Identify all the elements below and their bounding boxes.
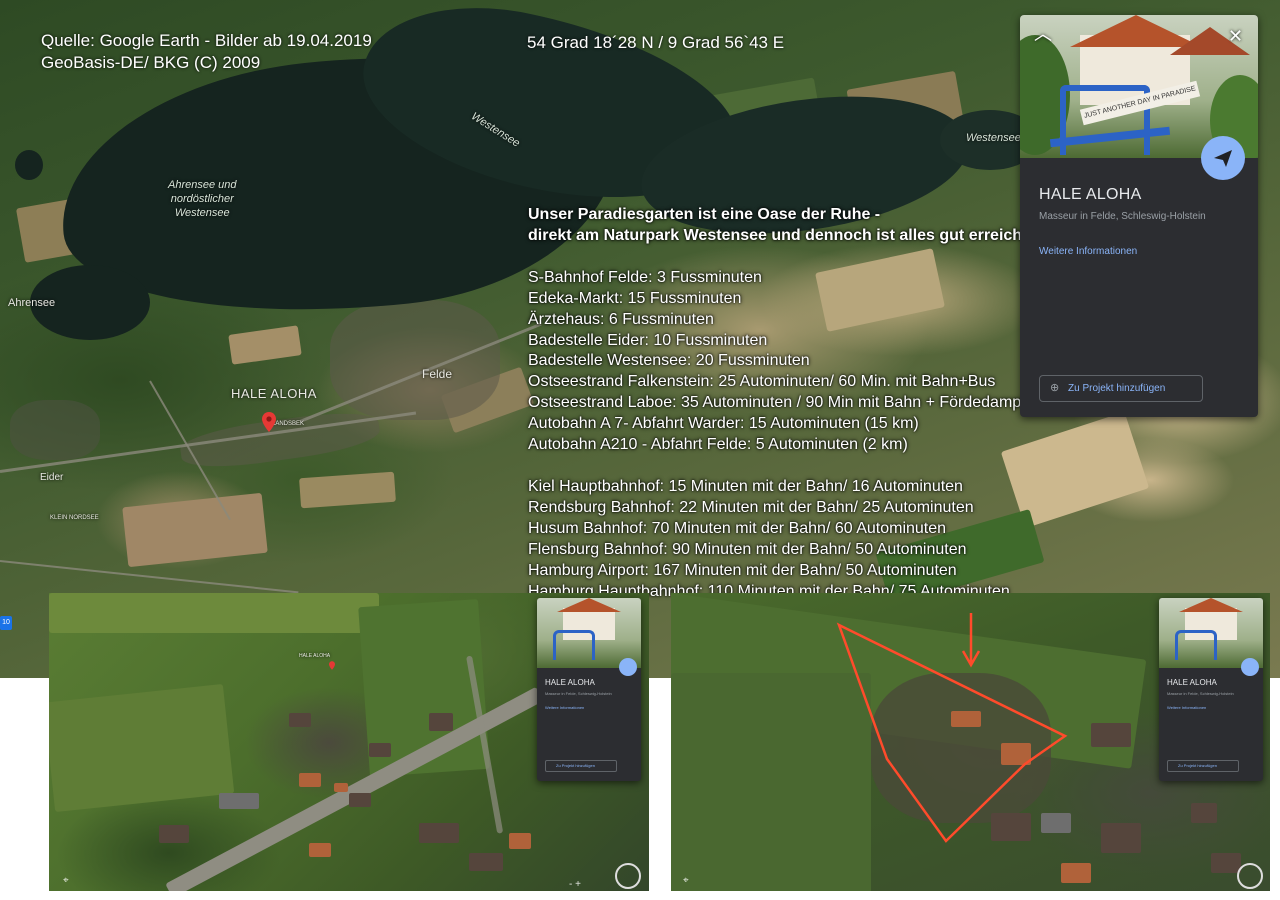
- send-button[interactable]: [1241, 658, 1259, 676]
- map-marker-icon[interactable]: [329, 661, 335, 670]
- distance-item: Ärztehaus: 6 Fussminuten: [528, 310, 714, 328]
- place-category: Masseur in Felde, Schleswig-Holstein: [1039, 211, 1206, 222]
- send-button[interactable]: [619, 658, 637, 676]
- chair: [1175, 630, 1217, 660]
- town-area: [10, 400, 100, 460]
- imagery-credits: Quelle: Google Earth - Bilder ab 19.04.2…: [41, 30, 372, 74]
- label-line: Westensee: [174, 207, 230, 219]
- road: [0, 560, 299, 594]
- roof: [159, 825, 189, 843]
- info-heading: direkt am Naturpark Westensee und dennoc…: [528, 226, 1053, 244]
- place-category: Masseur in Felde, Schleswig-Holstein: [1167, 691, 1234, 696]
- roof: [419, 823, 459, 843]
- label-westensee-right: Westensee: [966, 132, 1021, 144]
- bookmark-add-icon: ⊕: [1050, 382, 1060, 394]
- distance-item: Autobahn A 7- Abfahrt Warder: 15 Automin…: [528, 415, 919, 433]
- coordinates: 54 Grad 18´28 N / 9 Grad 56`43 E: [527, 33, 785, 52]
- distance-item: Husum Bahnhof: 70 Minuten mit der Bahn/ …: [528, 519, 947, 537]
- close-icon[interactable]: ✕: [1228, 27, 1243, 45]
- roof: [369, 743, 391, 757]
- field-patch: [228, 325, 302, 365]
- roof: [1179, 598, 1243, 612]
- info-heading: Unser Paradiesgarten ist eine Oase der R…: [528, 206, 881, 223]
- chair: [553, 630, 595, 660]
- map-marker-icon[interactable]: [262, 412, 276, 432]
- distance-item: Edeka-Markt: 15 Fussminuten: [528, 289, 742, 307]
- field-patch: [49, 683, 235, 813]
- place-panel-mini: HALE ALOHA Masseur in Felde, Schleswig-H…: [537, 598, 641, 781]
- roof: [334, 783, 348, 792]
- credits-line: GeoBasis-DE/ BKG (C) 2009: [41, 53, 261, 72]
- roof: [557, 598, 621, 612]
- satellite-map[interactable]: Westensee Westensee Ahrensee und nordöst…: [0, 0, 1280, 678]
- distance-item: Badestelle Eider: 10 Fussminuten: [528, 331, 768, 349]
- town-area: [330, 300, 500, 420]
- add-to-project-button[interactable]: Zu Projekt hinzufügen: [1167, 760, 1239, 772]
- label-felde: Felde: [422, 367, 453, 381]
- label-hale-aloha: HALE ALOHA: [299, 653, 331, 659]
- compass-icon[interactable]: [615, 863, 641, 889]
- credits-line: Quelle: Google Earth - Bilder ab 19.04.2…: [41, 31, 372, 50]
- add-to-project-button[interactable]: Zu Projekt hinzufügen: [545, 760, 617, 772]
- roof: [289, 713, 311, 727]
- label-landsbek: LANDSBEK: [272, 421, 305, 427]
- roof: [349, 793, 371, 807]
- distance-item: Ostseestrand Laboe: 35 Autominuten / 90 …: [528, 394, 1040, 412]
- label-ahrensee-nord: Ahrensee und nordöstlicher Westensee: [168, 178, 237, 220]
- send-icon: [1214, 150, 1232, 167]
- compass-icon[interactable]: [1237, 863, 1263, 889]
- place-title: HALE ALOHA: [1167, 678, 1217, 687]
- location-icon[interactable]: ⌖: [683, 875, 689, 886]
- distance-item: Rendsburg Bahnhof: 22 Minuten mit der Ba…: [528, 498, 974, 516]
- roof: [469, 853, 503, 871]
- zoom-icon[interactable]: - +: [569, 879, 581, 890]
- road-badge: 10: [0, 616, 12, 630]
- distance-item: Hamburg Airport: 167 Minuten mit der Bah…: [528, 561, 957, 579]
- label-klein-nordsee: KLEIN NORDSEE: [50, 515, 99, 521]
- field-patch: [299, 471, 396, 509]
- distance-item: Kiel Hauptbahnhof: 15 Minuten mit der Ba…: [528, 477, 963, 495]
- place-panel-mini: HALE ALOHA Masseur in Felde, Schleswig-H…: [1159, 598, 1263, 781]
- roof: [509, 833, 531, 849]
- distance-item: Autobahn A210 - Abfahrt Felde: 5 Automin…: [528, 436, 908, 454]
- roof: [309, 843, 331, 857]
- label-line: nordöstlicher: [170, 193, 234, 205]
- location-icon[interactable]: ⌖: [63, 875, 69, 886]
- distance-item: Badestelle Westensee: 20 Fussminuten: [528, 352, 810, 370]
- location-info: Unser Paradiesgarten ist eine Oase der R…: [528, 205, 1052, 602]
- more-info-link[interactable]: Weitere Informationen: [545, 705, 584, 710]
- place-panel: JUST ANOTHER DAY IN PARADISE ︿ ✕ HALE AL…: [1020, 15, 1258, 417]
- distance-item: S-Bahnhof Felde: 3 Fussminuten: [528, 268, 762, 286]
- distance-item: Flensburg Bahnhof: 90 Minuten mit der Ba…: [528, 540, 967, 558]
- label-eider: Eider: [40, 472, 64, 483]
- label-ahrensee: Ahrensee: [8, 297, 56, 309]
- place-category: Masseur in Felde, Schleswig-Holstein: [545, 691, 612, 696]
- inset-map-right[interactable]: HALE ALOHA Masseur in Felde, Schleswig-H…: [671, 593, 1270, 891]
- roof: [429, 713, 453, 731]
- chevron-up-icon[interactable]: ︿: [1034, 25, 1052, 43]
- place-title: HALE ALOHA: [1039, 186, 1142, 203]
- inset-map-left[interactable]: HALE ALOHA HALE ALOHA Masseur in Felde, …: [49, 593, 649, 891]
- add-to-project-label: Zu Projekt hinzufügen: [1068, 383, 1166, 394]
- more-info-link[interactable]: Weitere Informationen: [1039, 246, 1137, 257]
- field-patch: [49, 593, 379, 633]
- label-line: Ahrensee und: [168, 179, 237, 191]
- pond: [15, 150, 43, 180]
- send-button[interactable]: [1201, 136, 1245, 180]
- label-hale-aloha: HALE ALOHA: [231, 386, 317, 401]
- field-patch: [122, 492, 268, 568]
- roof: [219, 793, 259, 809]
- roof: [299, 773, 321, 787]
- place-title: HALE ALOHA: [545, 678, 595, 687]
- distance-item: Ostseestrand Falkenstein: 25 Autominuten…: [528, 373, 996, 391]
- add-to-project-button[interactable]: ⊕ Zu Projekt hinzufügen: [1039, 375, 1203, 402]
- more-info-link[interactable]: Weitere Informationen: [1167, 705, 1206, 710]
